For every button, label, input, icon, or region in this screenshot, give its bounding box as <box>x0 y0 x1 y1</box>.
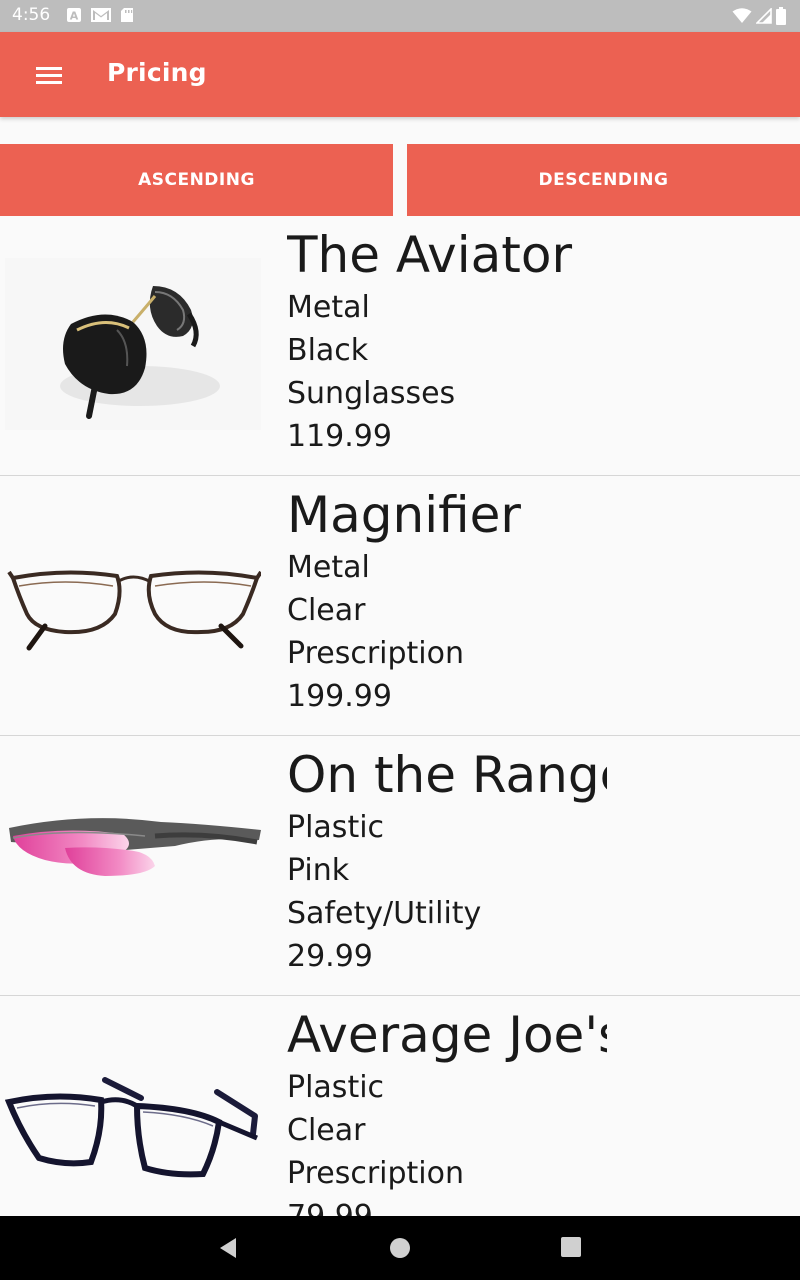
sd-card-icon <box>121 8 133 22</box>
recents-icon[interactable] <box>560 1236 582 1258</box>
product-details: Magnifier Metal Clear Prescription 199.9… <box>287 484 607 718</box>
product-item[interactable]: Average Joe's Plastic Clear Prescription… <box>0 996 800 1216</box>
menu-button[interactable] <box>24 52 72 98</box>
status-time: 4:56 <box>12 5 51 25</box>
product-name: Average Joe's <box>287 1006 607 1064</box>
product-material: Metal <box>287 550 370 585</box>
product-item[interactable]: Magnifier Metal Clear Prescription 199.9… <box>0 476 800 736</box>
pink-safety-glasses-image <box>9 818 261 876</box>
product-price: 29.99 <box>287 939 373 974</box>
hamburger-menu-icon <box>36 67 62 84</box>
product-price: 199.99 <box>287 679 392 714</box>
product-color: Black <box>287 333 369 368</box>
system-icons <box>732 7 786 25</box>
wifi-icon <box>732 8 752 23</box>
product-item[interactable]: On the Range Plastic Pink Safety/Utility… <box>0 736 800 996</box>
product-color: Clear <box>287 593 366 628</box>
product-material: Plastic <box>287 1070 385 1105</box>
status-bar: 4:56 A <box>0 0 800 32</box>
app-bar: Pricing <box>0 32 800 117</box>
product-category: Safety/Utility <box>287 896 482 931</box>
navy-plastic-frame-glasses-image <box>5 1077 258 1178</box>
a-notification-icon: A <box>67 8 81 23</box>
sort-ascending-button[interactable]: ASCENDING <box>0 144 393 216</box>
svg-text:A: A <box>70 10 79 23</box>
product-material: Metal <box>287 290 370 325</box>
product-details: The Aviator Metal Black Sunglasses 119.9… <box>287 224 607 458</box>
product-list[interactable]: The Aviator Metal Black Sunglasses 119.9… <box>0 216 800 1216</box>
product-category: Sunglasses <box>287 376 456 411</box>
product-price: 79.99 <box>287 1195 607 1216</box>
product-details: On the Range Plastic Pink Safety/Utility… <box>287 744 607 978</box>
notification-icons: A <box>66 7 134 23</box>
product-price: 119.99 <box>287 419 392 454</box>
page-title: Pricing <box>107 58 207 87</box>
product-item[interactable]: The Aviator Metal Black Sunglasses 119.9… <box>0 216 800 476</box>
black-sunglasses-image <box>5 258 261 430</box>
gmail-icon <box>91 8 111 22</box>
product-category: Prescription <box>287 636 464 671</box>
product-details: Average Joe's Plastic Clear Prescription… <box>287 1004 607 1216</box>
battery-icon <box>776 7 786 25</box>
product-color: Clear <box>287 1113 366 1148</box>
product-name: Magnifier <box>287 486 521 544</box>
brown-metal-frame-glasses-image <box>7 570 261 651</box>
signal-icon <box>756 8 772 24</box>
home-icon[interactable] <box>388 1236 412 1260</box>
product-color: Pink <box>287 853 350 888</box>
sort-descending-button[interactable]: DESCENDING <box>407 144 800 216</box>
product-name: On the Range <box>287 746 607 804</box>
product-name: The Aviator <box>287 226 573 284</box>
product-category: Prescription <box>287 1156 464 1191</box>
navigation-bar <box>0 1216 800 1280</box>
product-material: Plastic <box>287 810 385 845</box>
back-icon[interactable] <box>216 1236 242 1260</box>
